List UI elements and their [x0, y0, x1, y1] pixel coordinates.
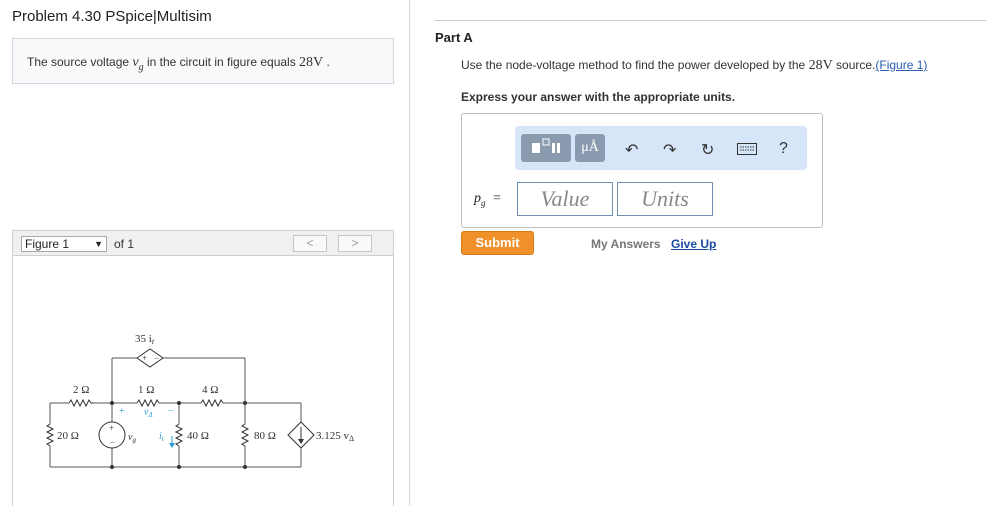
give-up-link[interactable]: Give Up — [671, 237, 716, 251]
resistor-80ohm — [240, 423, 250, 447]
templates-icon — [532, 138, 560, 153]
instructions: Express your answer with the appropriate… — [461, 90, 736, 104]
next-figure-button[interactable]: > — [338, 235, 372, 252]
caret-down-icon: ▼ — [94, 239, 103, 249]
figure-select[interactable]: Figure 1 ▼ — [21, 236, 107, 252]
circuit-diagram: + − 35 it + − vg 3.125 vΔ 2 Ω 1 Ω 4 Ω 20… — [45, 333, 354, 469]
resistor-40ohm — [174, 423, 184, 447]
r3-label: 4 Ω — [202, 384, 218, 396]
statement-suffix: . — [323, 55, 330, 69]
answer-variable: pg = — [474, 191, 501, 208]
vdelta-label: vΔ — [144, 407, 153, 419]
resistor-20ohm — [45, 423, 55, 447]
statement-value: 28V — [299, 55, 324, 70]
answer-box: μÅ ↶ ↷ ↻ ? pg = Value Units — [461, 113, 823, 228]
r4-label: 20 Ω — [57, 430, 79, 442]
r2-label: 1 Ω — [138, 384, 154, 396]
dependent-voltage-source — [136, 348, 164, 368]
r6-label: 80 Ω — [254, 430, 276, 442]
units-button[interactable]: μÅ — [575, 134, 605, 162]
vdelta-plus: + — [119, 406, 125, 417]
question-prefix: Use the node-voltage method to find the … — [461, 58, 809, 72]
var-vg: vg — [132, 55, 143, 73]
figure-count: of 1 — [114, 237, 135, 251]
dep-vsrc-minus: − — [154, 353, 159, 363]
r1-label: 2 Ω — [73, 384, 89, 396]
question-value: 28V — [808, 58, 833, 73]
figure-select-label: Figure 1 — [25, 237, 70, 251]
question-text: Use the node-voltage method to find the … — [461, 58, 927, 74]
vdelta-minus: − — [168, 406, 174, 417]
dep-isrc-label: 3.125 vΔ — [316, 430, 354, 443]
answer-equals: = — [493, 191, 501, 206]
figure-toolbar: Figure 1 ▼ of 1 < > — [12, 230, 394, 256]
answer-var-sub: g — [481, 197, 486, 208]
vg-plus: + — [109, 423, 114, 433]
r5-label: 40 Ω — [187, 430, 209, 442]
divider — [435, 20, 986, 21]
units-input[interactable]: Units — [617, 182, 713, 216]
problem-statement: The source voltage vg in the circuit in … — [12, 38, 394, 84]
dep-vsrc-plus: + — [142, 353, 147, 363]
answer-var-p: p — [474, 191, 481, 206]
resistor-4ohm — [200, 398, 224, 408]
problem-title: Problem 4.30 PSpice|Multisim — [12, 8, 212, 25]
resistor-2ohm — [68, 398, 93, 408]
prev-figure-button[interactable]: < — [293, 235, 327, 252]
vg-minus: − — [110, 437, 115, 447]
my-answers-link[interactable]: My Answers — [591, 237, 661, 251]
resistor-1ohm — [136, 398, 160, 408]
figure-link[interactable]: (Figure 1) — [875, 58, 927, 72]
problem-panel: Problem 4.30 PSpice|Multisim The source … — [0, 0, 410, 506]
undo-icon[interactable]: ↶ — [625, 140, 638, 160]
statement-prefix: The source voltage — [27, 55, 133, 69]
redo-icon[interactable]: ↷ — [663, 140, 676, 160]
dep-vsrc-label: 35 it — [135, 333, 155, 346]
figure-panel: + − 35 it + − vg 3.125 vΔ 2 Ω 1 Ω 4 Ω 20… — [12, 256, 394, 506]
part-a-heading: Part A — [435, 30, 473, 45]
help-icon[interactable]: ? — [779, 140, 788, 158]
submit-button[interactable]: Submit — [461, 231, 534, 255]
value-input[interactable]: Value — [517, 182, 613, 216]
vg-label: vg — [128, 432, 136, 444]
templates-button[interactable] — [521, 134, 571, 162]
math-toolbar: μÅ ↶ ↷ ↻ ? — [515, 126, 807, 170]
question-suffix: source. — [832, 58, 876, 72]
reset-icon[interactable]: ↻ — [701, 140, 714, 160]
statement-middle: in the circuit in figure equals — [143, 55, 300, 69]
keyboard-icon[interactable] — [737, 142, 757, 160]
it-label: it — [159, 431, 165, 443]
